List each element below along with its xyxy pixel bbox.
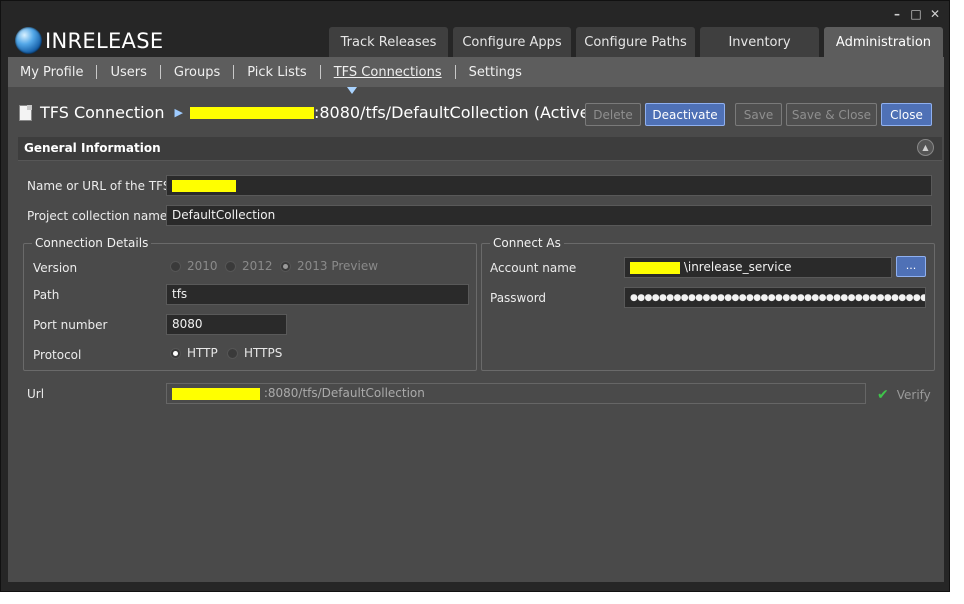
tfs-name-label: Name or URL of the TFS [27,179,171,193]
subnav-divider [454,65,456,79]
password-label: Password [490,291,547,305]
collection-label: Project collection name [27,209,168,223]
subnav-groups[interactable]: Groups [174,65,220,80]
subnav-divider [319,65,321,79]
save-close-button[interactable]: Save & Close [786,103,877,126]
save-button[interactable]: Save [735,103,782,126]
active-subnav-caret-icon [347,87,357,94]
subnav-divider [233,65,235,79]
version-2013-radio[interactable]: 2013 Preview [280,259,378,273]
delete-button[interactable]: Delete [585,103,641,126]
subnav-users[interactable]: Users [110,65,146,80]
port-input[interactable]: 8080 [166,314,287,335]
tab-administration[interactable]: Administration [824,27,943,57]
collapse-icon[interactable]: ▲ [917,139,934,156]
account-name-label: Account name [490,261,577,275]
minimize-icon[interactable]: – [891,8,903,20]
tab-configure-paths[interactable]: Configure Paths [576,27,695,57]
redaction-mark [172,387,260,400]
protocol-https-label: HTTPS [244,346,283,360]
radio-icon [225,260,236,272]
account-name-input[interactable]: \inrelease_service [624,257,892,278]
connect-as-title: Connect As [490,236,564,250]
redaction-mark [630,261,680,274]
tfs-name-input[interactable] [166,175,932,196]
subnav-my-profile[interactable]: My Profile [20,65,83,80]
document-icon [19,104,32,121]
account-name-value: \inrelease_service [683,260,792,274]
subnav-pick-lists[interactable]: Pick Lists [247,65,306,80]
sub-navigation: My Profile Users Groups Pick Lists TFS C… [8,57,944,87]
redaction-mark [189,106,314,119]
subnav-divider [96,65,98,79]
collection-input[interactable]: DefaultCollection [166,205,932,226]
port-label: Port number [33,318,108,332]
logo-text: INRELEASE [45,28,164,53]
deactivate-button[interactable]: Deactivate [645,103,725,126]
protocol-http-label: HTTP [187,346,218,360]
protocol-http-radio[interactable]: HTTP [170,346,218,360]
path-label: Path [33,288,60,302]
breadcrumb-arrow-icon: ▶ [174,106,183,119]
version-2010-label: 2010 [187,259,218,273]
tab-track-releases[interactable]: Track Releases [329,27,448,57]
version-2010-radio[interactable]: 2010 [170,259,218,273]
url-field: :8080/tfs/DefaultCollection [166,383,866,404]
general-information-header: General Information ▲ [18,137,942,161]
window-controls: – □ ✕ [891,8,941,20]
version-label: Version [33,261,78,275]
page-subtitle: :8080/tfs/DefaultCollection (Active) [313,103,596,122]
version-2012-label: 2012 [242,259,273,273]
radio-selected-icon [170,347,181,359]
tab-inventory[interactable]: Inventory [700,27,819,57]
page-header: TFS Connection ▶ :8080/tfs/DefaultCollec… [19,103,596,122]
version-2013-label: 2013 Preview [297,259,379,273]
version-2012-radio[interactable]: 2012 [225,259,273,273]
main-tabs: Track Releases Configure Apps Configure … [329,27,943,57]
radio-icon [227,347,238,359]
app-window: – □ ✕ INRELEASE Track Releases Configure… [0,0,950,592]
section-title: General Information [24,141,161,155]
connection-details-title: Connection Details [32,236,152,250]
subnav-tfs-connections[interactable]: TFS Connections [334,65,442,80]
app-logo: INRELEASE [15,27,163,54]
checkmark-icon: ✔ [877,387,889,403]
verify-label: Verify [896,388,931,402]
close-window-icon[interactable]: ✕ [929,8,941,20]
password-input[interactable]: ●●●●●●●●●●●●●●●●●●●●●●●●●●●●●●●●●●●●●●●●… [624,287,926,308]
close-button[interactable]: Close [881,103,932,126]
radio-icon [170,260,181,272]
url-value: :8080/tfs/DefaultCollection [263,386,425,400]
subnav-settings[interactable]: Settings [469,65,522,80]
redaction-mark [172,179,236,192]
tab-configure-apps[interactable]: Configure Apps [453,27,571,57]
browse-account-button[interactable]: ... [896,256,926,277]
subnav-divider [159,65,161,79]
page-title: TFS Connection [40,103,165,122]
maximize-icon[interactable]: □ [910,8,922,20]
path-input[interactable]: tfs [166,284,469,305]
protocol-label: Protocol [33,348,82,362]
url-label: Url [27,387,45,401]
logo-orb-icon [15,27,42,54]
protocol-https-radio[interactable]: HTTPS [227,346,282,360]
verify-link[interactable]: ✔ Verify [877,387,931,403]
radio-selected-icon [280,260,291,272]
